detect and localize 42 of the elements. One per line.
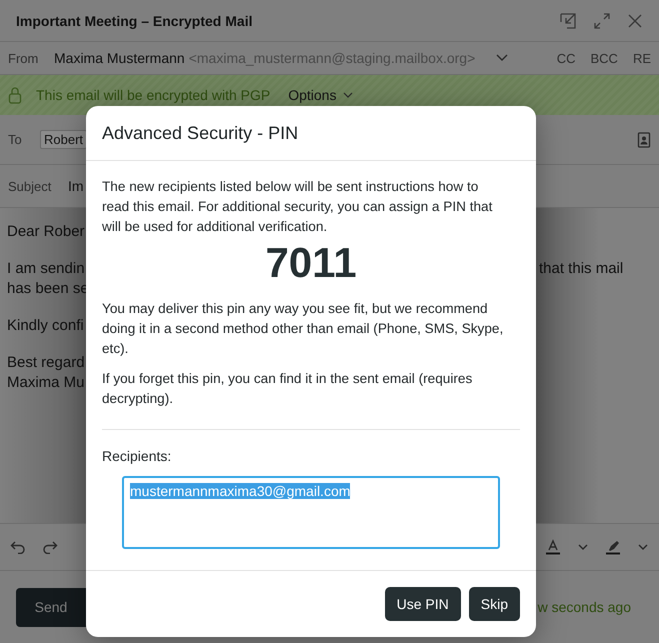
popout-icon[interactable] xyxy=(559,12,577,30)
sender-name: Maxima Mustermann xyxy=(54,50,185,66)
redo-icon[interactable] xyxy=(42,540,58,554)
subject-label: Subject xyxy=(8,178,52,194)
save-status: w seconds ago xyxy=(538,599,631,615)
highlighter-icon[interactable] xyxy=(605,539,621,555)
recipients-label: Recipients: xyxy=(102,448,172,464)
use-pin-button[interactable]: Use PIN xyxy=(384,587,461,621)
undo-icon[interactable] xyxy=(10,540,26,554)
to-label: To xyxy=(8,132,23,147)
dialog-text: You may deliver this pin any way you see fit, but we recommend doing it in a second method other than email (Phone, SMS, Skype, etc). xyxy=(102,300,504,358)
header-link[interactable]: BCC xyxy=(590,50,618,66)
send-button[interactable]: Send xyxy=(16,588,86,626)
chevron-down-icon xyxy=(342,91,354,99)
close-icon[interactable] xyxy=(627,12,643,28)
body-text: Dear Rober xyxy=(7,222,86,242)
header-link[interactable]: CC xyxy=(556,50,576,66)
pin-code: 7011 xyxy=(265,239,357,287)
chevron-down-icon[interactable] xyxy=(577,543,589,551)
body-text: that this mail xyxy=(539,259,624,279)
header-link[interactable]: RE xyxy=(632,50,651,66)
body-text: I am sendin xyxy=(7,259,86,279)
chevron-down-icon[interactable] xyxy=(637,543,649,551)
recipients-field[interactable]: mustermannmaxima30@gmail.com xyxy=(122,476,500,549)
recipient-chip[interactable]: Robert xyxy=(40,130,88,149)
dialog-title: Advanced Security - PIN xyxy=(102,122,298,144)
from-label: From xyxy=(8,50,40,66)
contact-book-icon[interactable] xyxy=(637,132,651,148)
options-dropdown[interactable]: Options xyxy=(288,87,354,103)
skip-button[interactable]: Skip xyxy=(468,587,520,621)
window-title: Important Meeting – Encrypted Mail xyxy=(16,12,252,28)
expand-icon[interactable] xyxy=(593,12,611,30)
text-color-icon[interactable] xyxy=(545,539,561,555)
dialog-text: If you forget this pin, you can find it in the sent email (requires decrypting). xyxy=(102,370,474,408)
lock-icon xyxy=(8,86,22,104)
body-text: Kindly confi xyxy=(7,316,85,336)
body-text: Best regard xyxy=(7,353,86,373)
chevron-down-icon[interactable] xyxy=(495,53,510,63)
encryption-notice: This email will be encrypted with PGP xyxy=(36,87,270,103)
subject-field[interactable]: Im xyxy=(68,178,84,194)
dialog-text: The new recipients listed below will be sent instructions how to read this email. For additional security, you can assign a PIN that will be used for additional verification. xyxy=(102,178,494,236)
body-text: Maxima Mu xyxy=(7,373,86,393)
